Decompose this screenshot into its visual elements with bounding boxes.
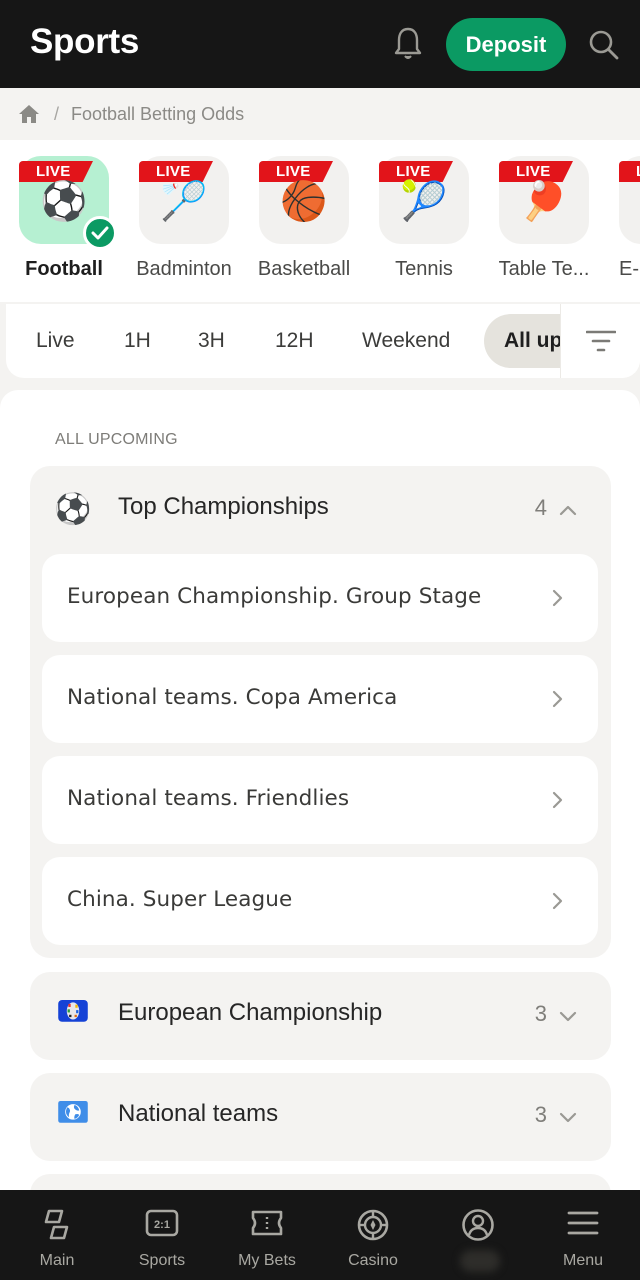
sport-item-badminton[interactable]: LIVE 🏸 Badminton	[129, 156, 239, 281]
chevron-down-icon[interactable]	[558, 1107, 578, 1127]
nav-my-bets[interactable]: My Bets	[214, 1190, 320, 1280]
group-header[interactable]: European Championship 3	[30, 972, 611, 1060]
menu-icon	[567, 1211, 599, 1235]
breadcrumb-current[interactable]: Football Betting Odds	[71, 104, 244, 125]
deposit-button[interactable]: Deposit	[446, 18, 566, 71]
sport-label: Badminton	[136, 258, 232, 280]
nav-casino[interactable]: Casino	[320, 1190, 426, 1280]
sport-tile[interactable]: LIVE ⚽	[19, 156, 117, 250]
sport-tile[interactable]: LIVE 🎾	[379, 156, 469, 244]
sport-tile[interactable]: LIVE 🏀	[259, 156, 349, 244]
league-item[interactable]: China. Super League	[42, 857, 598, 945]
filter-chip-live[interactable]: Live	[22, 314, 89, 368]
nav-label: Sports	[138, 1252, 186, 1269]
nav-account[interactable]	[425, 1190, 531, 1280]
sport-tile[interactable]: LIVE	[619, 156, 640, 244]
sport-item-tennis[interactable]: LIVE 🎾 Tennis	[369, 156, 479, 281]
nav-menu[interactable]: Menu	[530, 1190, 636, 1280]
group-header[interactable]: ⚽ Top Championships 4	[30, 466, 611, 554]
table-tennis-icon: 🏓	[520, 181, 568, 223]
tennis-icon: 🎾	[400, 181, 448, 223]
league-name: National teams. Copa America	[67, 685, 398, 710]
live-badge: LIVE	[379, 161, 453, 182]
sport-item-esports[interactable]: LIVE E-...	[609, 156, 640, 281]
breadcrumb: / Football Betting Odds	[0, 88, 640, 140]
league-item[interactable]: European Championship. Group Stage	[42, 554, 598, 642]
nav-label: Main	[39, 1252, 75, 1269]
home-icon[interactable]	[18, 104, 40, 124]
breadcrumb-separator: /	[54, 103, 60, 124]
championships-list: ALL UPCOMING ⚽ Top Championships 4 Europ…	[0, 390, 640, 1214]
page-title: Sports	[30, 22, 140, 61]
group-name: European Championship	[118, 999, 383, 1026]
nav-main[interactable]: Main	[4, 1190, 110, 1280]
nav-label: My Bets	[238, 1252, 296, 1269]
live-badge: LIVE	[139, 161, 213, 182]
filter-chip-1h[interactable]: 1H	[110, 314, 165, 368]
basketball-icon: 🏀	[280, 181, 328, 223]
nav-label: Casino	[348, 1252, 398, 1269]
sport-item-football[interactable]: LIVE ⚽ Football	[9, 156, 119, 281]
group-name: Top Championships	[118, 493, 329, 520]
sport-tile[interactable]: LIVE 🏓	[499, 156, 589, 244]
ticket-icon	[251, 1210, 283, 1236]
top-header: Sports Deposit	[0, 0, 640, 88]
group-top-championships: ⚽ Top Championships 4 European Champions…	[30, 466, 611, 958]
league-name: National teams. Friendlies	[67, 786, 350, 811]
account-icon	[462, 1209, 494, 1241]
chevron-right-icon	[552, 589, 563, 607]
group-count: 3	[534, 1102, 547, 1127]
filter-icon	[585, 330, 616, 352]
league-item[interactable]: National teams. Copa America	[42, 655, 598, 743]
live-badge: LIVE	[499, 161, 573, 182]
sport-item-table-tennis[interactable]: LIVE 🏓 Table Te...	[489, 156, 599, 281]
chevron-right-icon	[552, 690, 563, 708]
selected-check-icon	[83, 216, 117, 250]
scoreboard-icon: 2:1	[145, 1209, 179, 1237]
filter-button[interactable]	[560, 304, 640, 378]
sport-tile[interactable]: LIVE 🏸	[139, 156, 229, 244]
scoreboard-text: 2:1	[154, 1219, 170, 1231]
live-badge: LIVE	[259, 161, 333, 182]
league-item[interactable]: National teams. Friendlies	[42, 756, 598, 844]
group-count: 3	[534, 1001, 547, 1026]
sport-label: Tennis	[395, 258, 453, 280]
sport-label: Table Te...	[498, 258, 590, 280]
redacted-label	[460, 1250, 500, 1272]
sport-item-basketball[interactable]: LIVE 🏀 Basketball	[249, 156, 359, 281]
group-count: 4	[534, 495, 547, 520]
main-icon	[44, 1209, 69, 1240]
search-icon[interactable]	[588, 29, 620, 61]
live-badge: LIVE	[19, 161, 93, 182]
nav-sports[interactable]: 2:1 Sports	[109, 1190, 215, 1280]
league-name: European Championship. Group Stage	[67, 584, 482, 609]
chevron-right-icon	[552, 892, 563, 910]
league-name: China. Super League	[67, 887, 293, 912]
filter-chip-3h[interactable]: 3H	[184, 314, 239, 368]
sports-carousel[interactable]: LIVE ⚽ Football LIVE 🏸 Badminton LIVE 🏀 …	[0, 140, 640, 302]
section-title: ALL UPCOMING	[55, 431, 178, 448]
sport-label: Football	[25, 258, 103, 280]
nav-label: Menu	[562, 1252, 604, 1269]
group-name: National teams	[118, 1100, 279, 1127]
sport-label: Basketball	[257, 258, 351, 280]
filter-chip-weekend[interactable]: Weekend	[348, 314, 464, 368]
group-european-championship[interactable]: European Championship 3	[30, 972, 611, 1060]
globe-icon	[58, 1101, 88, 1123]
time-filter-bar: Live 1H 3H 12H Weekend All up	[0, 302, 640, 390]
chevron-up-icon[interactable]	[558, 500, 578, 520]
chevron-down-icon[interactable]	[558, 1006, 578, 1026]
chevron-right-icon	[552, 791, 563, 809]
euro-trophy-icon	[58, 1000, 88, 1022]
bell-icon[interactable]	[392, 26, 424, 62]
filter-chip-12h[interactable]: 12H	[261, 314, 328, 368]
casino-chip-icon	[357, 1209, 389, 1241]
group-national-teams[interactable]: National teams 3	[30, 1073, 611, 1161]
football-icon: ⚽	[54, 493, 92, 526]
group-header[interactable]: National teams 3	[30, 1073, 611, 1161]
sport-label: E-...	[619, 258, 640, 280]
live-badge: LIVE	[619, 161, 640, 182]
bottom-navigation: Main 2:1 Sports My Bets Casino Menu	[0, 1190, 640, 1280]
badminton-icon: 🏸	[160, 181, 208, 223]
